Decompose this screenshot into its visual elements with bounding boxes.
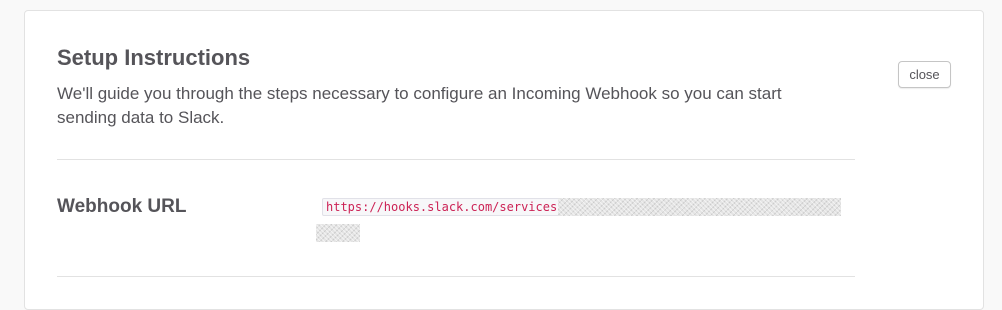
redacted-url-part	[316, 224, 360, 242]
divider	[57, 276, 855, 277]
panel-title: Setup Instructions	[57, 45, 251, 70]
webhook-url-code[interactable]: https://hooks.slack.com/services	[322, 198, 562, 216]
setup-instructions-panel: Setup Instructions We'll guide you throu…	[24, 10, 984, 310]
divider	[57, 159, 855, 160]
redacted-url-part	[558, 197, 842, 216]
close-button[interactable]: close	[898, 61, 951, 88]
webhook-url-value[interactable]: https://hooks.slack.com/services	[316, 196, 842, 242]
panel-description: We'll guide you through the steps necess…	[57, 84, 782, 127]
webhook-url-label: Webhook URL	[57, 196, 187, 217]
